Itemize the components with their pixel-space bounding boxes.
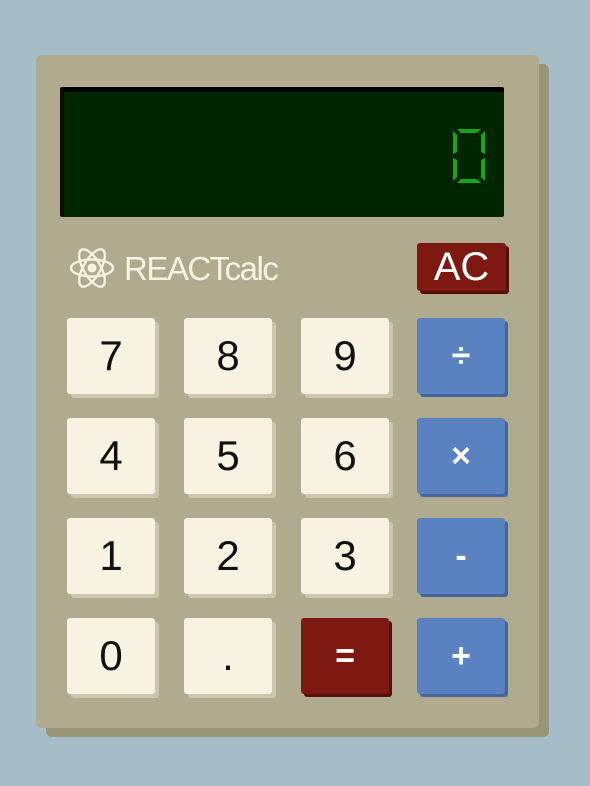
divide-button[interactable]: ÷ xyxy=(417,318,505,394)
key-1[interactable]: 1 xyxy=(67,518,155,594)
key-7[interactable]: 7 xyxy=(67,318,155,394)
react-atom-icon xyxy=(69,248,115,288)
subtract-button[interactable]: - xyxy=(417,518,505,594)
lcd-segment-e xyxy=(453,158,457,181)
display-screen: 0 xyxy=(60,87,504,217)
brand-name: REACTcalc xyxy=(124,249,279,287)
decimal-button[interactable]: . xyxy=(184,618,272,694)
clear-button[interactable]: AC xyxy=(417,243,506,291)
key-6[interactable]: 6 xyxy=(301,418,389,494)
key-3[interactable]: 3 xyxy=(301,518,389,594)
display-value: 0 xyxy=(452,126,486,186)
lcd-digit-zero xyxy=(453,129,485,183)
key-8[interactable]: 8 xyxy=(184,318,272,394)
key-2[interactable]: 2 xyxy=(184,518,272,594)
key-9[interactable]: 9 xyxy=(301,318,389,394)
lcd-segment-c xyxy=(481,158,485,181)
lcd-segment-b xyxy=(481,131,485,154)
key-4[interactable]: 4 xyxy=(67,418,155,494)
multiply-button[interactable]: × xyxy=(417,418,505,494)
equals-button[interactable]: = xyxy=(301,618,389,694)
lcd-segment-f xyxy=(453,131,457,154)
brand-logo: REACTcalc xyxy=(69,244,279,292)
lcd-segment-d xyxy=(457,179,481,183)
key-5[interactable]: 5 xyxy=(184,418,272,494)
add-button[interactable]: + xyxy=(417,618,505,694)
key-0[interactable]: 0 xyxy=(67,618,155,694)
lcd-segment-a xyxy=(457,129,481,133)
